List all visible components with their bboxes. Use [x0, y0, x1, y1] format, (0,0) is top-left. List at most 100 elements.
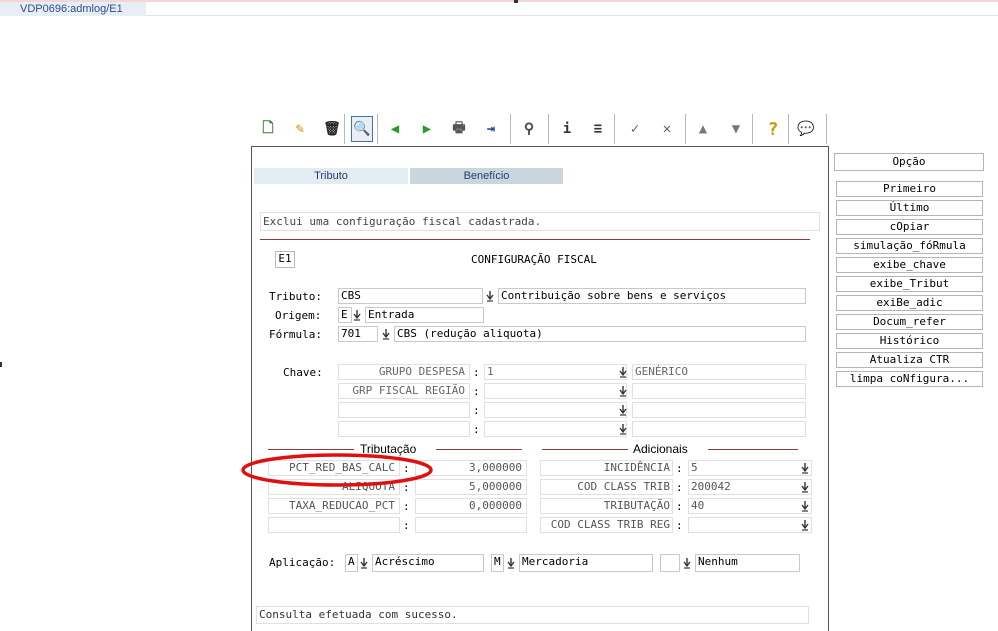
- left-marker: [0, 362, 2, 367]
- side-menu-button[interactable]: cOpiar: [836, 219, 983, 235]
- top-marker: [514, 0, 518, 3]
- tributacao-name-field: TAXA_REDUCAO_PCT: [268, 498, 400, 514]
- chave-label: Chave:: [283, 366, 323, 379]
- adicionais-dropdown-icon[interactable]: [801, 462, 809, 474]
- exit-door-icon[interactable]: ⇥: [480, 116, 502, 142]
- chave-dropdown-icon[interactable]: [619, 366, 627, 378]
- adicionais-name-field: INCIDÊNCIA: [540, 460, 673, 476]
- side-menu-button[interactable]: limpa coNfigura...: [836, 371, 983, 387]
- next-arrow-icon[interactable]: ▶: [416, 116, 438, 142]
- list-icon[interactable]: ≡: [587, 116, 609, 142]
- window-tab[interactable]: VDP0696:admlog/E1: [0, 2, 146, 16]
- toolbar-separator: [548, 114, 549, 144]
- tributo-dropdown-icon[interactable]: [486, 290, 494, 302]
- print-icon[interactable]: 🖶: [448, 116, 470, 142]
- adicionais-divider-left: [542, 449, 628, 450]
- chave-colon: :: [473, 366, 480, 379]
- chave-dropdown-icon[interactable]: [619, 423, 627, 435]
- tab-tributo[interactable]: Tributo: [254, 168, 408, 184]
- tributacao-value-field[interactable]: 0,000000: [415, 498, 527, 514]
- aplicacao-a-field[interactable]: A: [345, 554, 358, 572]
- origem-field[interactable]: E: [338, 307, 352, 323]
- tributacao-colon: :: [403, 500, 410, 513]
- side-menu-button[interactable]: exibe_chave: [836, 257, 983, 273]
- side-menu-button[interactable]: Primeiro: [836, 181, 983, 197]
- side-menu-button[interactable]: simulação_fóRmula: [836, 238, 983, 254]
- option-menu-title: Opção: [834, 153, 984, 171]
- top-strip: [0, 0, 998, 2]
- formula-description: CBS (redução aliquota): [394, 326, 806, 342]
- adicionais-value-field[interactable]: 40: [688, 498, 812, 514]
- tributo-field[interactable]: CBS: [338, 288, 483, 304]
- aplicacao-a-dropdown-icon[interactable]: [360, 557, 368, 569]
- chave-colon: :: [473, 385, 480, 398]
- chave-name-field: GRP FISCAL REGIÃO: [338, 383, 470, 399]
- tributacao-divider-left: [268, 449, 354, 450]
- header-divider: [260, 239, 810, 240]
- tab-beneficio[interactable]: Benefício: [410, 168, 563, 184]
- toolbar-separator: [788, 114, 789, 144]
- aplicacao-m-field[interactable]: M: [491, 554, 504, 572]
- chave-description: [632, 402, 806, 418]
- comment-bubble-icon[interactable]: 💬: [795, 116, 817, 142]
- toolbar-separator: [752, 114, 753, 144]
- chave-name-field: [338, 421, 470, 437]
- chave-dropdown-icon[interactable]: [619, 404, 627, 416]
- tributo-description: Contribuição sobre bens e serviços: [498, 288, 806, 304]
- chave-dropdown-icon[interactable]: [619, 385, 627, 397]
- aplicacao-label: Aplicação:: [269, 556, 336, 569]
- chave-description: GENÉRICO: [632, 364, 806, 380]
- adicionais-value-field[interactable]: 200042: [688, 479, 812, 495]
- origem-dropdown-icon[interactable]: [353, 309, 361, 321]
- adicionais-dropdown-icon[interactable]: [801, 481, 809, 493]
- adicionais-value-field[interactable]: [688, 517, 812, 533]
- toolbar-separator: [377, 114, 378, 144]
- adicionais-dropdown-icon[interactable]: [801, 500, 809, 512]
- page-title: CONFIGURAÇÃO FISCAL: [471, 253, 597, 266]
- chave-description: [632, 421, 806, 437]
- tributo-label: Tributo:: [269, 290, 322, 303]
- formula-dropdown-icon[interactable]: [382, 328, 390, 340]
- tributacao-value-field[interactable]: [415, 517, 527, 533]
- side-menu-button[interactable]: Último: [836, 200, 983, 216]
- page-down-icon[interactable]: ▼: [725, 116, 747, 142]
- adicionais-name-field: TRIBUTAÇÃO: [540, 498, 673, 514]
- binoculars-icon[interactable]: ⚲: [518, 116, 540, 142]
- search-magnifier-icon[interactable]: 🔍: [351, 116, 373, 142]
- page-up-icon[interactable]: ▲: [692, 116, 714, 142]
- aplicacao-n-dropdown-icon[interactable]: [683, 557, 691, 569]
- top-divider: [146, 15, 998, 16]
- chave-value-field[interactable]: [484, 402, 627, 418]
- help-question-icon[interactable]: ?: [762, 116, 784, 142]
- side-menu-button[interactable]: exibe_Tribut: [836, 276, 983, 292]
- program-code: E1: [275, 251, 295, 268]
- tributacao-colon: :: [403, 519, 410, 532]
- side-menu-button[interactable]: exiBe_adic: [836, 295, 983, 311]
- aplicacao-m-description: Mercadoria: [519, 554, 653, 572]
- adicionais-colon: :: [676, 481, 683, 494]
- adicionais-dropdown-icon[interactable]: [801, 519, 809, 531]
- aplicacao-n-field[interactable]: [660, 554, 680, 572]
- confirm-check-icon[interactable]: ✓: [624, 116, 646, 142]
- adicionais-name-field: COD CLASS TRIB: [540, 479, 673, 495]
- tributacao-divider-right: [436, 449, 522, 450]
- edit-icon[interactable]: ✎: [289, 116, 311, 142]
- previous-arrow-icon[interactable]: ◀: [384, 116, 406, 142]
- chave-colon: :: [473, 423, 480, 436]
- aplicacao-m-dropdown-icon[interactable]: [507, 557, 515, 569]
- chave-value-field[interactable]: [484, 383, 627, 399]
- adicionais-value-field[interactable]: 5: [688, 460, 812, 476]
- side-menu-button[interactable]: Atualiza CTR: [836, 352, 983, 368]
- highlight-circle: [241, 453, 433, 487]
- chave-value-field[interactable]: [484, 421, 627, 437]
- toolbar-separator: [685, 114, 686, 144]
- side-menu-button[interactable]: Docum_refer: [836, 314, 983, 330]
- new-document-icon[interactable]: 🗋: [257, 116, 279, 142]
- cancel-x-icon[interactable]: ✕: [656, 116, 678, 142]
- delete-trash-icon[interactable]: 🗑: [321, 116, 343, 142]
- side-menu-button[interactable]: Histórico: [836, 333, 983, 349]
- formula-field[interactable]: 701: [338, 326, 378, 342]
- toolbar-separator: [614, 114, 615, 144]
- chave-value-field[interactable]: 1: [484, 364, 627, 380]
- info-icon[interactable]: i: [556, 116, 578, 142]
